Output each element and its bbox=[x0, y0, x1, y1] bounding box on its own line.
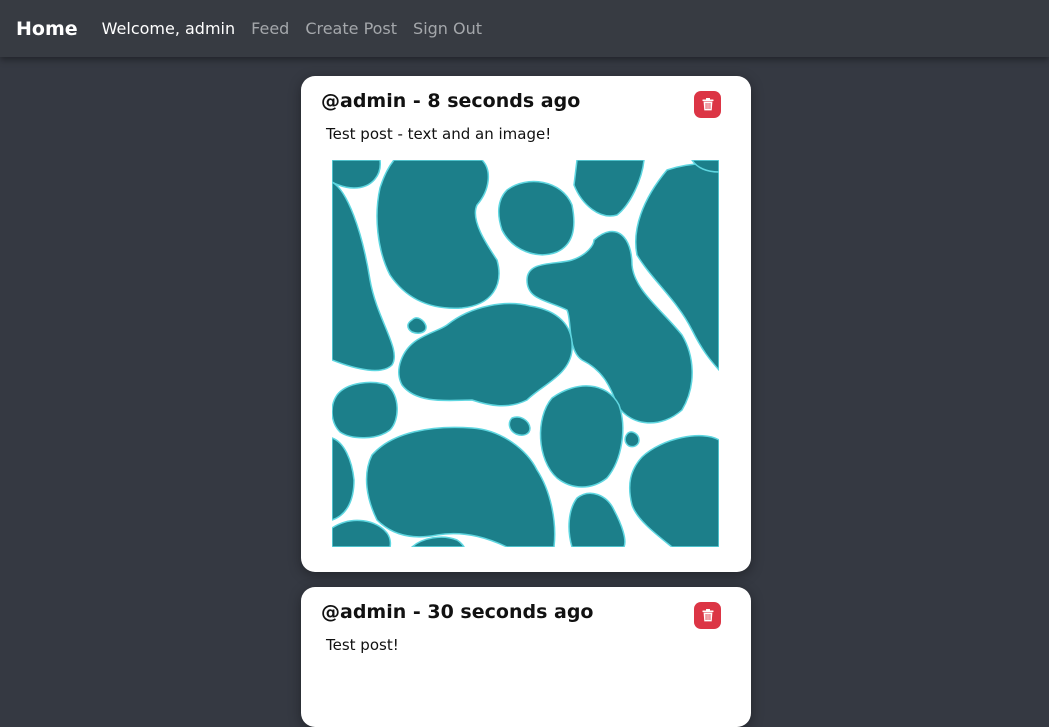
welcome-text: Welcome, admin bbox=[101, 19, 236, 38]
sign-out-link[interactable]: Sign Out bbox=[413, 19, 482, 38]
create-post-link[interactable]: Create Post bbox=[305, 19, 397, 38]
post-card: @admin - 8 seconds ago Test post - text … bbox=[301, 76, 751, 572]
navbar: Home Welcome, admin Feed Create Post Sig… bbox=[0, 0, 1049, 57]
post-image bbox=[332, 160, 719, 547]
home-link[interactable]: Home bbox=[16, 18, 78, 40]
post-header: @admin - 8 seconds ago bbox=[321, 90, 581, 112]
trash-icon bbox=[702, 98, 713, 111]
trash-icon bbox=[702, 609, 713, 622]
delete-post-button[interactable] bbox=[694, 91, 721, 118]
feed-link[interactable]: Feed bbox=[251, 19, 289, 38]
post-header: @admin - 30 seconds ago bbox=[321, 601, 594, 623]
post-card: @admin - 30 seconds ago Test post! bbox=[301, 587, 751, 727]
delete-post-button[interactable] bbox=[694, 602, 721, 629]
post-text: Test post! bbox=[326, 636, 399, 654]
post-text: Test post - text and an image! bbox=[326, 125, 552, 143]
